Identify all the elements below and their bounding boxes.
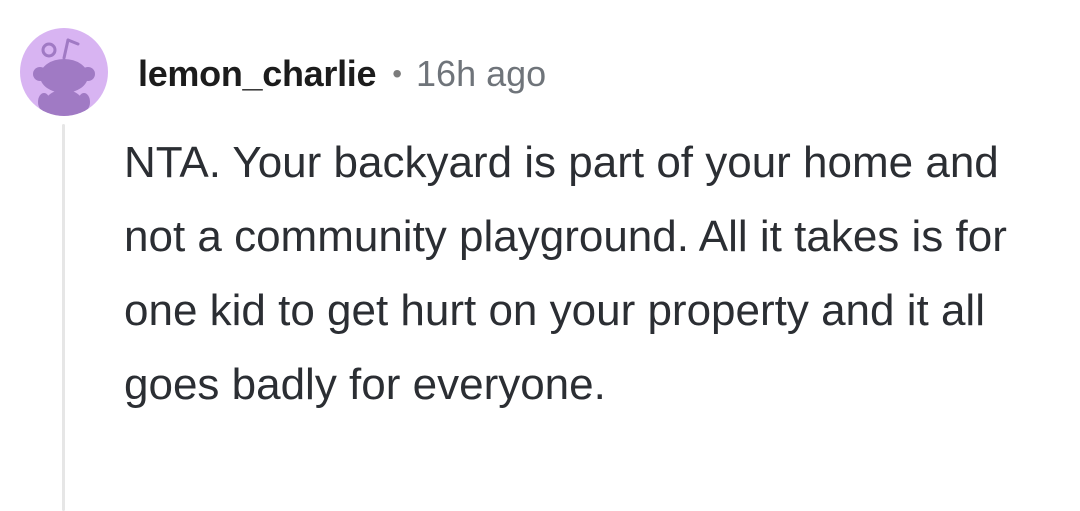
- snoo-avatar-icon: [33, 38, 95, 116]
- avatar[interactable]: [20, 28, 108, 116]
- username-link[interactable]: lemon_charlie: [138, 53, 377, 95]
- comment-body: NTA. Your backyard is part of your home …: [124, 138, 1007, 409]
- meta-separator: •: [392, 58, 403, 89]
- comment: lemon_charlie • 16h ago NTA. Your backya…: [0, 0, 1080, 511]
- timestamp: 16h ago: [416, 53, 547, 94]
- comment-meta: lemon_charlie • 16h ago: [138, 46, 546, 102]
- thread-line[interactable]: [62, 124, 65, 511]
